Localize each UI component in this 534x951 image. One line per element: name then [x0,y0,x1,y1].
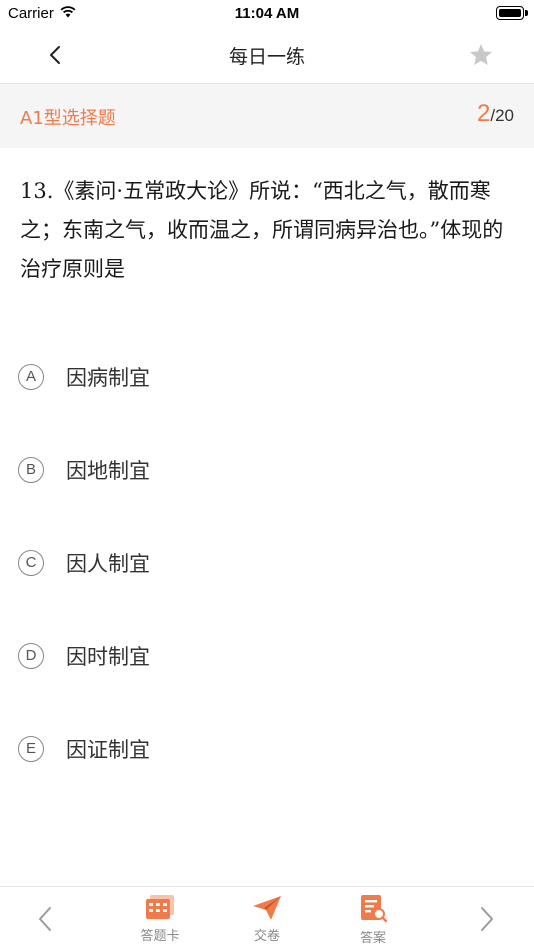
page-title: 每日一练 [228,46,305,68]
view-answer-button[interactable]: 答案 [338,895,408,946]
answer-search-icon [361,895,388,923]
option-b[interactable]: B 因地制宜 [18,423,518,516]
total-questions: 20 [495,106,514,125]
answer-card-label: 答题卡 [140,929,180,944]
submit-exam-button[interactable]: 交卷 [232,895,302,944]
chevron-right-icon [481,907,493,931]
star-icon [469,43,493,65]
answer-card-button[interactable]: 答题卡 [125,895,195,944]
status-bar: Carrier 11:04 AM [0,0,534,28]
navigation-bar: 每日一练 [0,28,534,84]
option-text: 因地制宜 [66,458,150,483]
answer-card-icon [146,895,174,919]
chevron-left-icon [39,907,51,931]
option-letter-badge: E [18,735,44,762]
option-text: 因证制宜 [66,737,150,762]
next-question-button[interactable] [474,903,500,935]
bottom-toolbar: 答题卡 交卷 答案 [0,886,534,951]
option-text: 因人制宜 [66,551,150,576]
question-progress: 2/20 [477,100,514,128]
previous-question-button[interactable] [32,903,58,935]
option-letter-badge: D [18,642,44,669]
clock: 11:04 AM [234,5,300,22]
question-type-bar: A1型选择题 2/20 [0,84,534,148]
option-a[interactable]: A 因病制宜 [18,330,518,423]
answer-options: A 因病制宜 B 因地制宜 C 因人制宜 D 因时制宜 E 因证制宜 [18,330,518,795]
option-c[interactable]: C 因人制宜 [18,516,518,609]
option-e[interactable]: E 因证制宜 [18,702,518,795]
option-letter-badge: C [18,549,44,576]
option-text: 因时制宜 [66,644,150,669]
question-type-label: A1型选择题 [20,108,116,129]
option-letter-badge: A [18,363,44,390]
battery-icon [496,6,528,20]
option-text: 因病制宜 [66,365,150,390]
option-letter-badge: B [18,456,44,483]
option-d[interactable]: D 因时制宜 [18,609,518,702]
current-question-number: 2 [476,100,491,127]
view-answer-label: 答案 [359,931,386,946]
paper-plane-icon [253,896,281,920]
submit-exam-label: 交卷 [253,929,280,944]
favorite-button[interactable] [466,40,496,70]
question-text: 13.《素问·五常政大论》所说：“西北之气，散而寒之；东南之气，收而温之，所谓同… [20,179,504,281]
